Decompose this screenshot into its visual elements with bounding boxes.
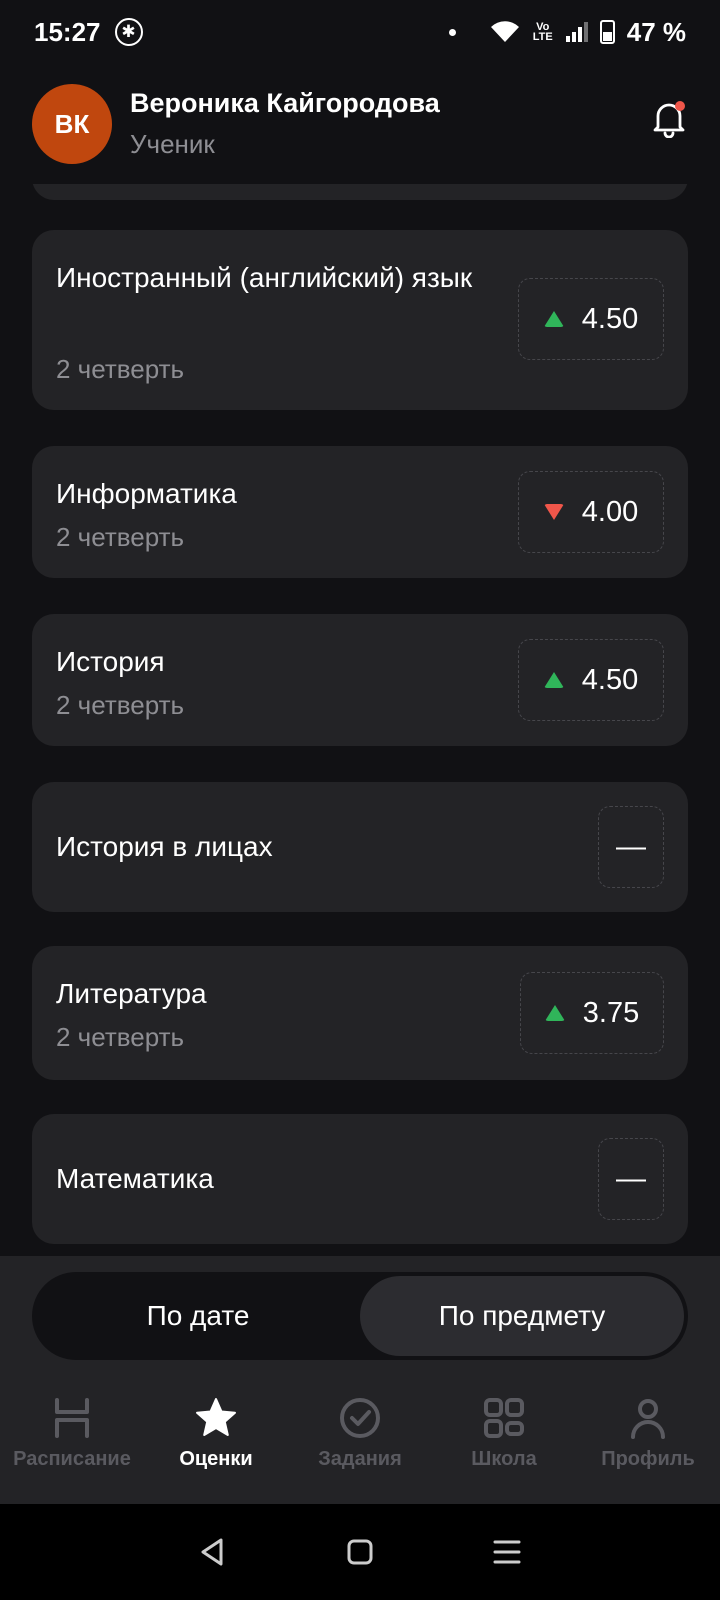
subject-title: Литература bbox=[56, 978, 207, 1009]
grade-value: 4.00 bbox=[581, 495, 639, 528]
trend-down-icon bbox=[543, 504, 564, 520]
grid-icon bbox=[484, 1398, 524, 1438]
grade-value: 3.75 bbox=[582, 996, 640, 1029]
sort-by-subject-button[interactable]: По предмету bbox=[360, 1276, 684, 1356]
star-icon bbox=[196, 1398, 236, 1436]
nav-label: Оценки bbox=[179, 1448, 253, 1470]
user-header: ВК Вероника Кайгородова Ученик bbox=[0, 64, 720, 184]
subject-title: Информатика bbox=[56, 478, 237, 509]
avatar-initials: ВК bbox=[54, 108, 90, 139]
system-nav-bar bbox=[0, 1504, 720, 1600]
volte-icon: Vo LTE bbox=[532, 21, 553, 43]
grade-box: — bbox=[598, 806, 664, 888]
user-role: Ученик bbox=[130, 129, 215, 159]
clock: 15:27 bbox=[34, 16, 101, 47]
subject-card[interactable]: Информатика 2 четверть 4.00 bbox=[32, 446, 688, 578]
trend-up-icon bbox=[543, 311, 564, 327]
grade-box: 4.00 bbox=[518, 471, 664, 553]
signal-icon bbox=[565, 22, 588, 42]
subject-title: Иностранный (английский) язык bbox=[56, 262, 473, 293]
subject-period: 2 четверть bbox=[56, 1022, 185, 1052]
nav-label: Профиль bbox=[601, 1448, 695, 1470]
wifi-icon bbox=[490, 21, 519, 42]
schedule-icon bbox=[55, 1398, 89, 1438]
notifications-bell-icon[interactable] bbox=[652, 100, 686, 138]
home-icon[interactable] bbox=[344, 1536, 376, 1568]
person-icon bbox=[631, 1399, 665, 1439]
nav-label: Задания bbox=[318, 1448, 402, 1470]
nav-item-schedule[interactable]: Расписание bbox=[0, 1396, 144, 1496]
subject-card[interactable]: Иностранный (английский) язык 2 четверть… bbox=[32, 230, 688, 410]
nav-item-profile[interactable]: Профиль bbox=[576, 1396, 720, 1496]
grade-value: — bbox=[616, 830, 646, 863]
trend-up-icon bbox=[543, 672, 564, 688]
subject-card-partial[interactable] bbox=[32, 184, 688, 200]
nav-item-grades[interactable]: Оценки bbox=[144, 1396, 288, 1496]
sort-by-date-button[interactable]: По дате bbox=[36, 1276, 360, 1356]
notification-dot-icon bbox=[448, 28, 456, 36]
user-info: Вероника Кайгородова Ученик bbox=[130, 88, 440, 160]
sort-toggle: По дате По предмету bbox=[32, 1272, 688, 1360]
subject-card[interactable]: Литература 2 четверть 3.75 bbox=[32, 946, 688, 1080]
grade-box: 4.50 bbox=[518, 278, 664, 360]
grade-box: — bbox=[598, 1138, 664, 1220]
grade-value: 4.50 bbox=[581, 663, 639, 696]
grade-box: 3.75 bbox=[520, 972, 664, 1054]
recents-icon[interactable] bbox=[491, 1536, 523, 1568]
battery-level: 47 % bbox=[626, 16, 686, 47]
subject-card[interactable]: История в лицах — bbox=[32, 782, 688, 912]
battery-icon bbox=[599, 20, 615, 44]
nav-item-school[interactable]: Школа bbox=[432, 1396, 576, 1496]
subject-title: История в лицах bbox=[56, 831, 273, 862]
nav-item-tasks[interactable]: Задания bbox=[288, 1396, 432, 1496]
avatar[interactable]: ВК bbox=[32, 84, 112, 164]
nav-label: Расписание bbox=[13, 1448, 131, 1470]
grades-list[interactable]: Иностранный (английский) язык 2 четверть… bbox=[0, 184, 720, 1256]
status-bar: 15:27 ✱ Vo LTE 47 % bbox=[0, 0, 720, 64]
subject-title: История bbox=[56, 646, 165, 677]
subject-title: Математика bbox=[56, 1163, 214, 1194]
trend-up-icon bbox=[544, 1005, 565, 1021]
back-icon[interactable] bbox=[197, 1536, 229, 1568]
subject-card[interactable]: История 2 четверть 4.50 bbox=[32, 614, 688, 746]
check-circle-icon bbox=[340, 1398, 380, 1438]
grade-box: 4.50 bbox=[518, 639, 664, 721]
subject-period: 2 четверть bbox=[56, 522, 185, 552]
subject-period: 2 четверть bbox=[56, 690, 185, 720]
bottom-nav: Расписание Оценки Задания Школа Профиль bbox=[0, 1396, 720, 1496]
grade-value: — bbox=[616, 1162, 646, 1195]
bottom-panel: По дате По предмету Расписание Оценки За… bbox=[0, 1256, 720, 1504]
user-name: Вероника Кайгородова bbox=[130, 88, 440, 118]
walking-icon: ✱ bbox=[114, 18, 143, 46]
grade-value: 4.50 bbox=[581, 302, 639, 335]
nav-label: Школа bbox=[471, 1448, 537, 1470]
subject-period: 2 четверть bbox=[56, 354, 185, 384]
subject-card[interactable]: Математика — bbox=[32, 1114, 688, 1244]
